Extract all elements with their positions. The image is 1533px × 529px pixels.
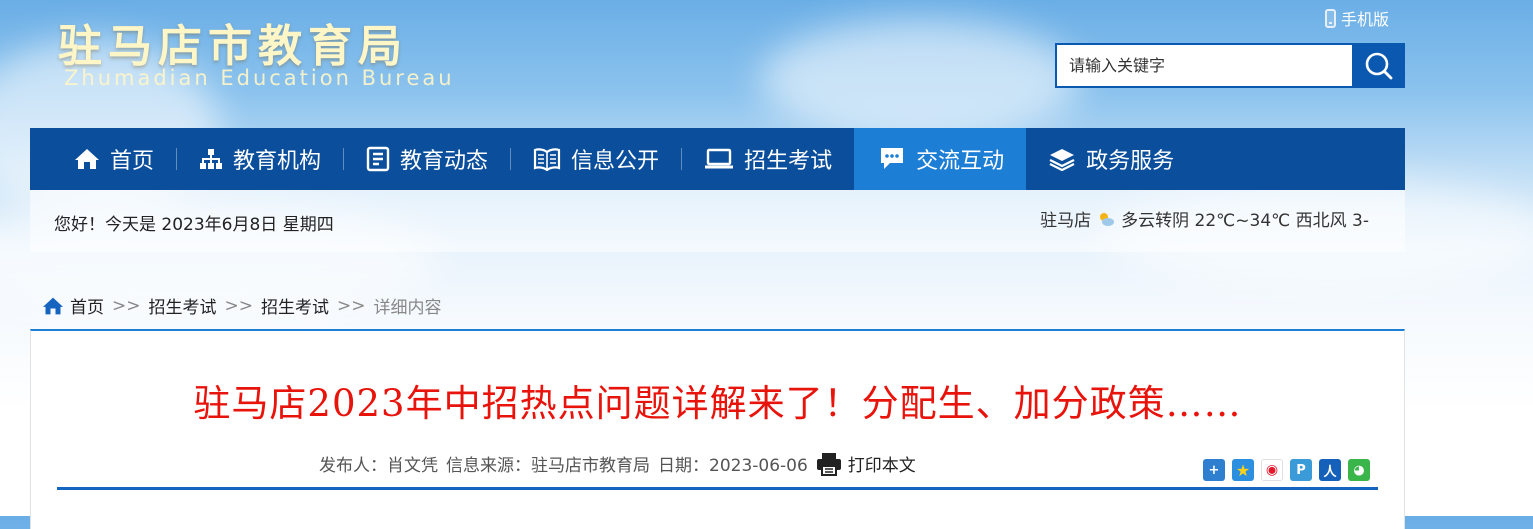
publisher-value: 肖文凭 xyxy=(387,456,438,476)
nav-item-home[interactable]: 首页 xyxy=(30,128,176,190)
home-icon xyxy=(75,149,99,169)
printer-icon xyxy=(816,452,841,476)
date-greeting: 您好！今天是 2023年6月8日 星期四 xyxy=(54,215,334,235)
breadcrumb-separator: >> xyxy=(112,295,141,316)
search-box xyxy=(1055,43,1405,88)
article-meta: 发布人：肖文凭 信息来源：驻马店市教育局 日期：2023-06-06 打印本文 xyxy=(319,451,916,476)
breadcrumb-separator: >> xyxy=(224,295,254,316)
breadcrumb-home[interactable]: 首页 xyxy=(70,293,104,318)
breadcrumb-current: 详细内容 xyxy=(373,298,442,318)
site-subtitle: Zhumadian Education Bureau xyxy=(64,66,455,90)
home-icon xyxy=(43,297,63,314)
date-value: 2023-06-06 xyxy=(709,456,808,476)
article-title: 驻马店2023年中招热点问题详解来了！分配生、加分政策…… xyxy=(193,382,1242,425)
nav-item-education-news[interactable]: 教育动态 xyxy=(344,128,510,190)
share-more-icon[interactable]: + xyxy=(1203,459,1225,481)
qzone-icon[interactable]: ★ xyxy=(1232,459,1254,481)
nav-item-label: 交流互动 xyxy=(916,149,1005,174)
nav-item-education-institutions[interactable]: 教育机构 xyxy=(177,128,343,190)
nav-item-interaction[interactable]: 交流互动 xyxy=(854,128,1027,190)
chat-icon xyxy=(881,148,904,169)
breadcrumb-level1[interactable]: 招生考试 xyxy=(149,293,217,318)
site-title: 驻马店市教育局 xyxy=(58,21,408,72)
nav-item-label: 招生考试 xyxy=(744,149,833,174)
book-icon xyxy=(533,148,561,171)
layers-icon xyxy=(1049,149,1075,171)
nav-item-information-disclosure[interactable]: 信息公开 xyxy=(511,128,681,190)
info-bar: 您好！今天是 2023年6月8日 星期四 驻马店 多云转阴 22℃~34℃ 西北… xyxy=(30,190,1405,252)
weather-widget: 驻马店 多云转阴 22℃~34℃ 西北风 3- xyxy=(1040,206,1369,231)
org-chart-icon xyxy=(200,149,223,169)
weather-text: 多云转阴 22℃~34℃ 西北风 3- xyxy=(1121,211,1369,231)
breadcrumb-level2[interactable]: 招生考试 xyxy=(261,293,329,318)
source-label: 信息来源： xyxy=(446,456,531,476)
search-button[interactable] xyxy=(1352,43,1405,88)
print-label: 打印本文 xyxy=(847,456,916,476)
mobile-version-label: 手机版 xyxy=(1341,10,1390,29)
weather-city: 驻马店 xyxy=(1040,211,1092,231)
publisher-label: 发布人： xyxy=(319,456,387,476)
partly-cloudy-icon xyxy=(1100,212,1115,226)
article-divider xyxy=(57,487,1378,490)
nav-item-label: 政务服务 xyxy=(1086,149,1175,174)
document-icon xyxy=(366,146,390,172)
print-button[interactable]: 打印本文 xyxy=(816,451,916,476)
tencent-weibo-icon[interactable]: P xyxy=(1290,459,1312,481)
search-input[interactable] xyxy=(1057,45,1352,86)
nav-item-label: 教育机构 xyxy=(233,149,322,174)
laptop-icon xyxy=(705,148,734,169)
nav-item-enrollment-exams[interactable]: 招生考试 xyxy=(682,128,854,190)
weibo-icon[interactable]: ◉ xyxy=(1261,459,1283,481)
renren-icon[interactable]: 人 xyxy=(1319,459,1341,481)
source-value: 驻马店市教育局 xyxy=(531,456,650,476)
search-icon xyxy=(1365,52,1392,79)
nav-item-government-services[interactable]: 政务服务 xyxy=(1026,128,1196,190)
publisher-field: 发布人：肖文凭 xyxy=(319,451,438,476)
nav-item-label: 教育动态 xyxy=(400,149,489,174)
wechat-icon[interactable]: ◕ xyxy=(1348,459,1370,481)
article-panel: 驻马店2023年中招热点问题详解来了！分配生、加分政策…… 发布人：肖文凭 信息… xyxy=(30,329,1405,529)
main-nav: 首页 教育机构 教育动态 信息公开 招生考试 交流互动 政务服务 xyxy=(30,128,1405,190)
phone-icon xyxy=(1325,8,1336,28)
nav-item-label: 信息公开 xyxy=(571,149,660,174)
share-bar: + ★ ◉ P 人 ◕ xyxy=(1203,459,1370,481)
source-field: 信息来源：驻马店市教育局 xyxy=(446,451,650,476)
background-cloud xyxy=(760,20,1080,140)
date-label: 日期： xyxy=(658,456,709,476)
nav-item-label: 首页 xyxy=(110,149,155,174)
mobile-version-link[interactable]: 手机版 xyxy=(1325,6,1389,30)
date-field: 日期：2023-06-06 xyxy=(658,451,808,476)
breadcrumb: 首页 >> 招生考试 >> 招生考试 >> 详细内容 xyxy=(42,293,442,318)
breadcrumb-separator: >> xyxy=(337,295,366,316)
